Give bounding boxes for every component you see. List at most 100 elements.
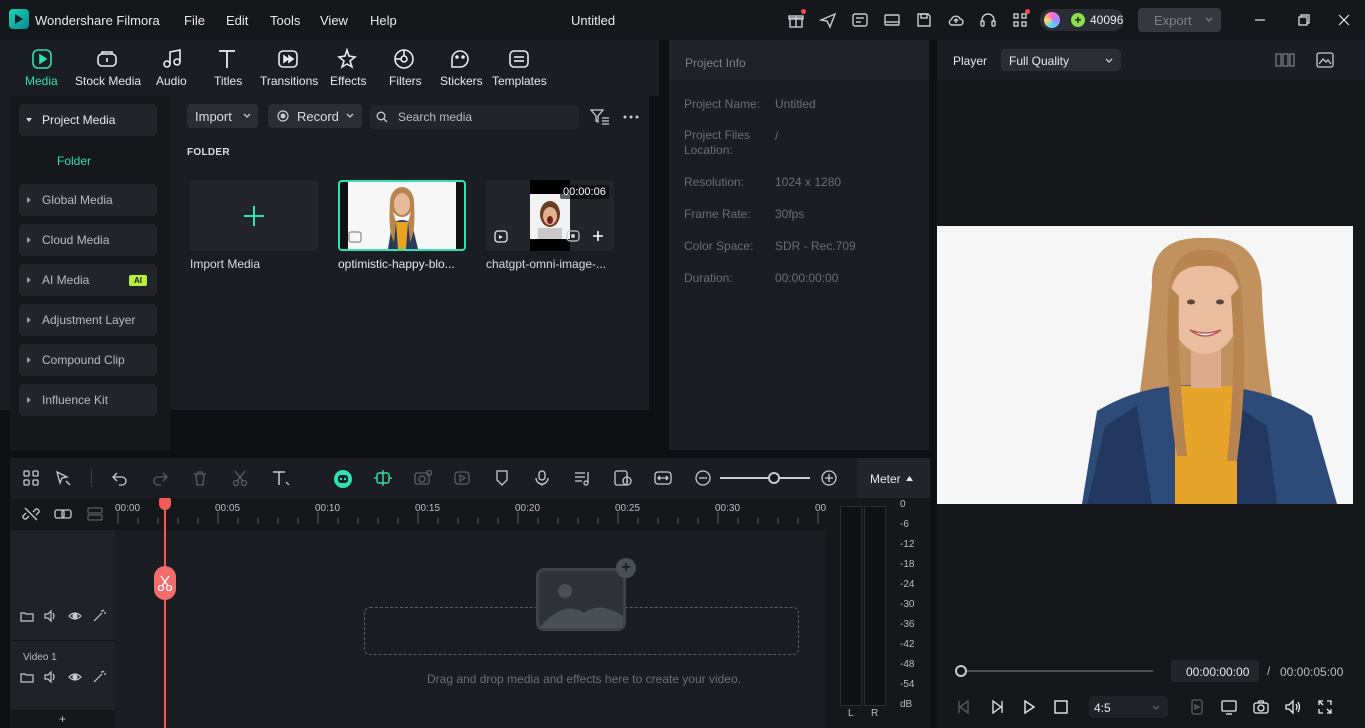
speed-ramp-icon[interactable] <box>613 469 632 487</box>
sidebar-item-ai-media[interactable]: AI Media AI <box>19 264 157 296</box>
volume-icon[interactable] <box>1284 698 1302 716</box>
search-box[interactable] <box>370 105 579 129</box>
tab-transitions[interactable]: Transitions <box>259 46 319 92</box>
more-options-icon[interactable] <box>622 114 640 120</box>
add-track-button[interactable]: + <box>59 712 66 726</box>
ai-mate-icon[interactable] <box>333 469 352 488</box>
sidebar-item-cloud-media[interactable]: Cloud Media <box>19 224 157 256</box>
playhead-line[interactable] <box>164 506 166 728</box>
fullscreen-icon[interactable] <box>1316 698 1334 716</box>
menu-help[interactable]: Help <box>370 13 397 28</box>
magic-wand-icon[interactable] <box>92 670 106 684</box>
playback-progress-handle[interactable] <box>955 665 967 677</box>
track-layout-icon[interactable] <box>86 505 104 523</box>
tab-templates[interactable]: Templates <box>490 46 548 92</box>
stop-icon[interactable] <box>1052 698 1070 716</box>
marker-icon[interactable] <box>493 469 511 487</box>
previous-frame-icon[interactable] <box>955 698 973 716</box>
gift-icon[interactable] <box>787 9 806 29</box>
maximize-icon[interactable] <box>1296 12 1312 28</box>
menu-edit[interactable]: Edit <box>226 13 248 28</box>
playback-progress-track[interactable] <box>960 670 1153 672</box>
layout-icon[interactable] <box>883 11 901 29</box>
add-credits-icon[interactable]: + <box>1071 13 1085 27</box>
display-settings-icon[interactable] <box>1220 698 1238 716</box>
snapshot-view-icon[interactable] <box>1316 52 1334 68</box>
media-item-thumbnail[interactable] <box>338 180 466 251</box>
aspect-ratio-select[interactable]: 4:5 <box>1089 696 1168 718</box>
sidebar-folder[interactable]: Folder <box>57 154 91 168</box>
tab-stock-media[interactable]: Stock Media <box>73 46 143 92</box>
playhead-scissors-handle[interactable] <box>154 566 176 600</box>
sidebar-item-compound-clip[interactable]: Compound Clip <box>19 344 157 376</box>
import-media-tile[interactable] <box>190 180 318 251</box>
text-tool-icon[interactable] <box>271 469 290 487</box>
sidebar-item-adjustment-layer[interactable]: Adjustment Layer <box>19 304 157 336</box>
export-button[interactable]: Export <box>1138 8 1221 32</box>
media-item-thumbnail[interactable]: 00:00:06 <box>486 180 614 251</box>
minimize-icon[interactable] <box>1252 12 1268 28</box>
search-input[interactable] <box>398 108 573 126</box>
import-button[interactable]: Import <box>187 104 258 128</box>
media-library-icon[interactable] <box>851 11 869 29</box>
smart-cutout-icon[interactable] <box>413 469 433 487</box>
grid-view-icon[interactable] <box>1275 53 1295 67</box>
layout-grid-icon[interactable] <box>22 469 40 487</box>
tab-audio[interactable]: Audio <box>155 46 191 92</box>
send-icon[interactable] <box>819 11 837 29</box>
tab-stickers[interactable]: Stickers <box>438 46 483 92</box>
tab-effects[interactable]: Effects <box>329 46 367 92</box>
undo-icon[interactable] <box>111 469 129 487</box>
zoom-in-icon[interactable] <box>820 469 838 487</box>
fit-timeline-icon[interactable] <box>653 469 672 487</box>
zoom-out-icon[interactable] <box>694 469 712 487</box>
tab-filters[interactable]: Filters <box>386 46 422 92</box>
next-frame-icon[interactable] <box>988 698 1006 716</box>
link-off-icon[interactable] <box>22 505 40 523</box>
camera-icon[interactable] <box>1252 698 1270 716</box>
credits-badge[interactable]: + 40096 <box>1040 9 1124 31</box>
meter-toggle-button[interactable]: Meter <box>857 458 930 498</box>
zoom-slider-handle[interactable] <box>768 472 780 484</box>
magic-wand-icon[interactable] <box>92 609 106 623</box>
folder-lock-icon[interactable] <box>20 609 34 623</box>
microphone-icon[interactable] <box>533 469 551 487</box>
cloud-upload-icon[interactable] <box>947 11 965 29</box>
select-tool-icon[interactable] <box>54 469 72 487</box>
audio-mixer-icon[interactable] <box>573 469 591 487</box>
auto-ripple-icon[interactable] <box>373 469 392 487</box>
play-icon[interactable] <box>1020 698 1038 716</box>
video-preview[interactable] <box>937 226 1353 504</box>
tab-media[interactable]: Media <box>22 46 62 92</box>
menu-view[interactable]: View <box>320 13 348 28</box>
sidebar-item-global-media[interactable]: Global Media <box>19 184 157 216</box>
zoom-slider-track[interactable] <box>720 477 810 479</box>
mark-in-icon[interactable] <box>1188 698 1206 716</box>
current-timecode[interactable]: 00:00:00:00 <box>1171 660 1259 682</box>
headset-icon[interactable] <box>979 11 997 29</box>
record-button[interactable]: Record <box>268 104 362 128</box>
speaker-icon[interactable] <box>44 670 58 684</box>
sidebar-item-influence-kit[interactable]: Influence Kit <box>19 384 157 416</box>
save-icon[interactable] <box>915 11 933 29</box>
folder-lock-icon[interactable] <box>20 670 34 684</box>
sidebar-item-project-media[interactable]: Project Media <box>19 104 157 136</box>
filter-sort-icon[interactable] <box>590 108 610 126</box>
scissors-icon[interactable] <box>231 469 249 487</box>
audio-detect-icon[interactable] <box>565 228 581 244</box>
speaker-icon[interactable] <box>44 609 58 623</box>
menu-file[interactable]: File <box>184 13 205 28</box>
add-to-timeline-icon[interactable] <box>590 228 606 244</box>
playhead-handle[interactable] <box>159 498 171 510</box>
quality-select[interactable]: Full Quality <box>1001 49 1121 71</box>
redo-icon[interactable] <box>151 469 169 487</box>
freeze-frame-icon[interactable] <box>453 469 471 487</box>
close-icon[interactable] <box>1336 12 1352 28</box>
link-clip-icon[interactable] <box>54 505 72 523</box>
delete-icon[interactable] <box>191 469 209 487</box>
eye-icon[interactable] <box>68 670 82 684</box>
tab-titles[interactable]: Titles <box>212 46 244 92</box>
apps-grid-icon[interactable] <box>1011 9 1030 29</box>
eye-icon[interactable] <box>68 609 82 623</box>
menu-tools[interactable]: Tools <box>270 13 300 28</box>
